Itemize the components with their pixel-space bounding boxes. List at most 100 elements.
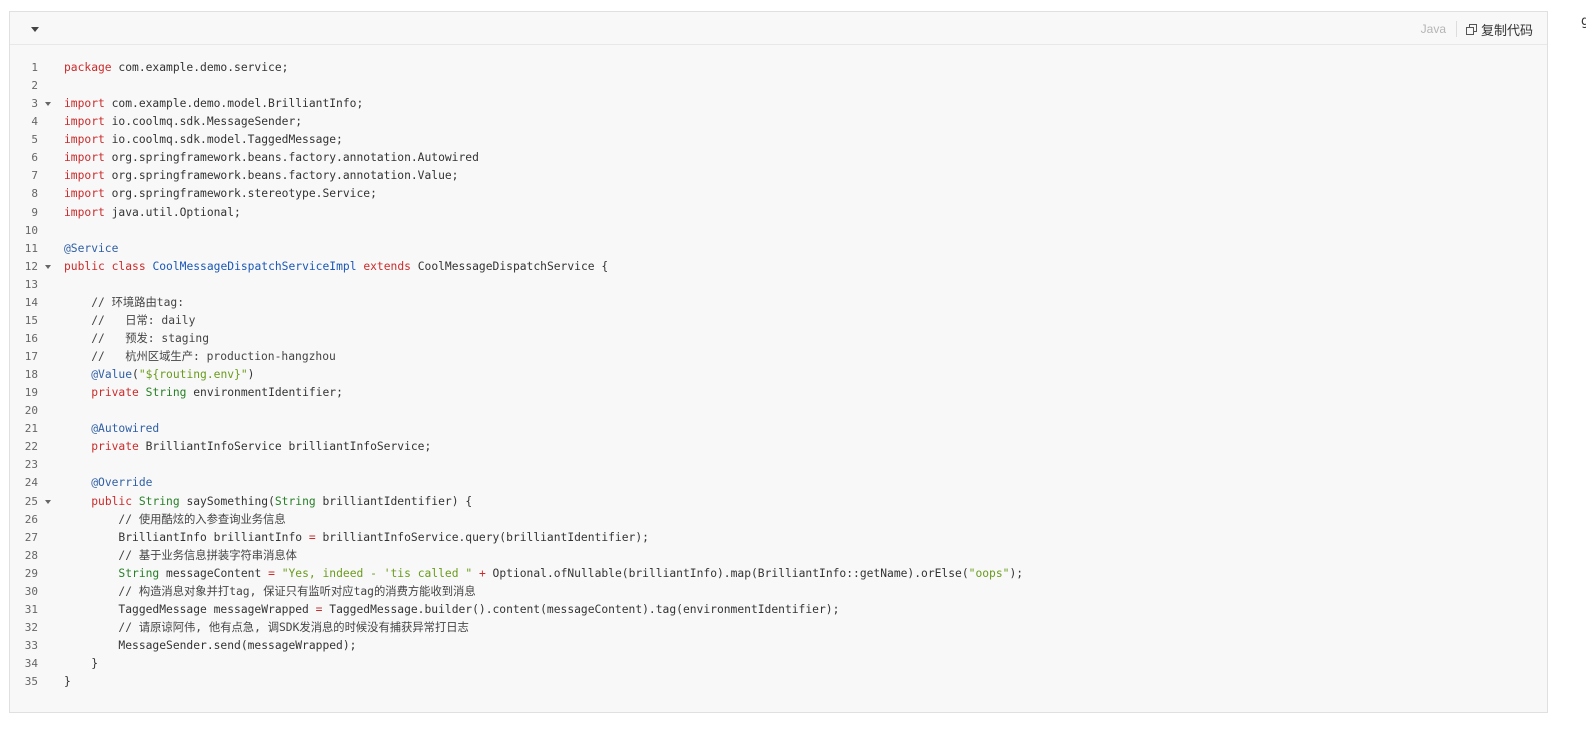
code-token: com.example.demo.model.BrilliantInfo;: [104, 97, 364, 111]
code-token: class: [111, 259, 146, 273]
code-line: 28 // 基于业务信息拼装字符串消息体: [10, 547, 1547, 565]
code-line: 19 private String environmentIdentifier;: [10, 384, 1547, 402]
line-number: 24: [24, 476, 38, 490]
code-token: MessageSender.send(messageWrapped);: [64, 639, 357, 653]
code-token: brilliantInfoService.query(brilliantIden…: [315, 530, 649, 544]
code-token: java.util.Optional;: [104, 205, 241, 219]
language-label: Java: [1420, 22, 1446, 36]
line-number: 20: [24, 404, 38, 418]
code-text: private BrilliantInfoService brilliantIn…: [64, 438, 431, 456]
code-line: 21 @Autowired: [10, 420, 1547, 438]
code-area: 1 package com.example.demo.service; 2 3 impo…: [10, 59, 1547, 691]
line-number: 30: [24, 584, 38, 598]
code-line: 15 // 日常: daily: [10, 312, 1547, 330]
code-line: 14 // 环境路由tag:: [10, 294, 1547, 312]
code-text: // 预发: staging: [64, 330, 209, 348]
code-token: "${routing.env}": [138, 368, 248, 382]
fold-gutter: [38, 619, 64, 637]
code-line: 18 @Value("${routing.env}"): [10, 366, 1547, 384]
line-number: 27: [24, 530, 38, 544]
code-toolbar: Java 复制代码: [10, 12, 1547, 45]
fold-gutter: [38, 474, 64, 492]
code-token: @Value: [91, 368, 133, 382]
line-number: 12: [24, 259, 38, 273]
code-text: // 日常: daily: [64, 312, 195, 330]
code-line: 9 import java.util.Optional;: [10, 204, 1547, 222]
edge-glyph: g: [1581, 14, 1586, 29]
code-token: TaggedMessage messageWrapped: [64, 602, 316, 616]
copy-code-button[interactable]: 复制代码: [1465, 20, 1533, 38]
code-token: public: [91, 494, 133, 508]
code-line: 29 String messageContent = "Yes, indeed …: [10, 565, 1547, 583]
fold-gutter: [38, 348, 64, 366]
code-text: import org.springframework.stereotype.Se…: [64, 185, 377, 203]
code-token: @Service: [64, 241, 119, 255]
line-number: 16: [24, 331, 38, 345]
line-number: 34: [24, 657, 38, 671]
code-text: // 构造消息对象并打tag, 保证只有监听对应tag的消费方能收到消息: [64, 583, 475, 601]
code-line: 25 public String saySomething(String bri…: [10, 493, 1547, 511]
code-token: import: [64, 115, 105, 129]
code-text: import org.springframework.beans.factory…: [64, 167, 458, 185]
code-token: CoolMessageDispatchServiceImpl: [152, 259, 357, 273]
code-token: import: [64, 151, 105, 165]
code-text: }: [64, 655, 98, 673]
fold-gutter: [38, 547, 64, 565]
code-line: 2: [10, 77, 1547, 95]
code-token: public: [64, 259, 105, 273]
code-text: import java.util.Optional;: [64, 204, 241, 222]
line-number: 8: [31, 187, 38, 201]
code-line: 12 public class CoolMessageDispatchServic…: [10, 258, 1547, 276]
line-number: 23: [24, 458, 38, 472]
code-token: String: [145, 386, 187, 400]
code-line: 13: [10, 276, 1547, 294]
line-number: 32: [24, 620, 38, 634]
code-token: // 使用酷炫的入参查询业务信息: [64, 512, 286, 526]
code-line: 3 import com.example.demo.model.Brilliant…: [10, 95, 1547, 113]
fold-gutter: [38, 149, 64, 167]
code-block: Java 复制代码 1 package com.example.demo.serv…: [9, 11, 1548, 713]
code-text: import io.coolmq.sdk.MessageSender;: [64, 113, 302, 131]
code-text: import org.springframework.beans.factory…: [64, 149, 479, 167]
code-text: @Value("${routing.env}"): [64, 366, 254, 384]
fold-caret-icon[interactable]: [38, 493, 64, 511]
collapse-caret-icon[interactable]: [28, 22, 42, 36]
code-token: private: [91, 386, 139, 400]
fold-gutter: [38, 204, 64, 222]
line-number: 31: [24, 602, 38, 616]
line-number: 22: [24, 440, 38, 454]
code-line: 5 import io.coolmq.sdk.model.TaggedMessag…: [10, 131, 1547, 149]
code-text: @Service: [64, 240, 118, 258]
fold-caret-icon[interactable]: [38, 258, 64, 276]
code-token: // 请原谅阿伟, 他有点急, 调SDK发消息的时候没有捕获异常打日志: [64, 620, 469, 634]
fold-gutter: [38, 673, 64, 691]
code-token: package: [64, 61, 112, 75]
code-text: // 请原谅阿伟, 他有点急, 调SDK发消息的时候没有捕获异常打日志: [64, 619, 469, 637]
code-text: // 使用酷炫的入参查询业务信息: [64, 511, 286, 529]
code-text: String messageContent = "Yes, indeed - '…: [64, 565, 1023, 583]
line-number: 6: [31, 151, 38, 165]
code-token: brilliantIdentifier) {: [315, 494, 473, 508]
copy-code-label: 复制代码: [1480, 22, 1533, 38]
code-token: // 预发: staging: [64, 331, 210, 345]
code-token: }: [64, 657, 99, 671]
code-text: @Autowired: [64, 420, 159, 438]
line-number: 2: [31, 79, 38, 93]
fold-gutter: [38, 655, 64, 673]
fold-gutter: [38, 185, 64, 203]
code-token: org.springframework.beans.factory.annota…: [104, 151, 479, 165]
fold-gutter: [38, 167, 64, 185]
fold-caret-icon[interactable]: [38, 95, 64, 113]
code-token: import: [64, 133, 105, 147]
code-token: // 环境路由tag:: [64, 295, 185, 309]
code-token: // 基于业务信息拼装字符串消息体: [64, 548, 297, 562]
code-token: =: [308, 530, 316, 544]
line-number: 19: [24, 386, 38, 400]
line-number: 18: [24, 368, 38, 382]
fold-gutter: [38, 529, 64, 547]
